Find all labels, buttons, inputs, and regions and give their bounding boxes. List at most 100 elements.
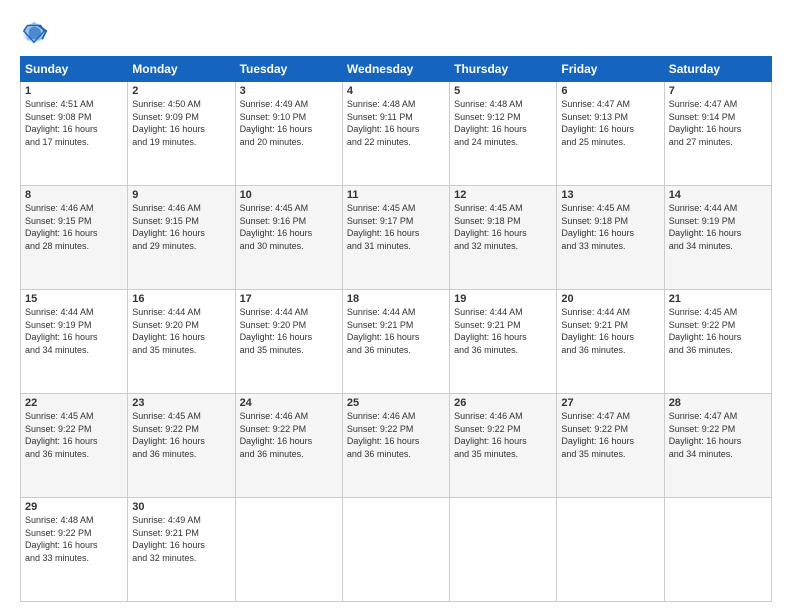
calendar-cell: 19Sunrise: 4:44 AM Sunset: 9:21 PM Dayli… [450,290,557,394]
calendar-cell: 10Sunrise: 4:45 AM Sunset: 9:16 PM Dayli… [235,186,342,290]
day-info: Sunrise: 4:49 AM Sunset: 9:21 PM Dayligh… [132,514,230,564]
calendar-header: SundayMondayTuesdayWednesdayThursdayFrid… [21,57,772,82]
calendar-body: 1Sunrise: 4:51 AM Sunset: 9:08 PM Daylig… [21,82,772,602]
calendar-cell [342,498,449,602]
day-info: Sunrise: 4:45 AM Sunset: 9:22 PM Dayligh… [132,410,230,460]
calendar-cell [450,498,557,602]
calendar-cell: 7Sunrise: 4:47 AM Sunset: 9:14 PM Daylig… [664,82,771,186]
day-info: Sunrise: 4:48 AM Sunset: 9:22 PM Dayligh… [25,514,123,564]
calendar-cell: 22Sunrise: 4:45 AM Sunset: 9:22 PM Dayli… [21,394,128,498]
day-info: Sunrise: 4:44 AM Sunset: 9:20 PM Dayligh… [132,306,230,356]
header [20,18,772,46]
day-info: Sunrise: 4:44 AM Sunset: 9:21 PM Dayligh… [454,306,552,356]
day-number: 26 [454,397,552,409]
day-info: Sunrise: 4:47 AM Sunset: 9:14 PM Dayligh… [669,98,767,148]
calendar-cell: 3Sunrise: 4:49 AM Sunset: 9:10 PM Daylig… [235,82,342,186]
week-row-5: 29Sunrise: 4:48 AM Sunset: 9:22 PM Dayli… [21,498,772,602]
day-number: 12 [454,189,552,201]
calendar-cell [235,498,342,602]
day-header-thursday: Thursday [450,57,557,82]
calendar-cell: 8Sunrise: 4:46 AM Sunset: 9:15 PM Daylig… [21,186,128,290]
day-number: 27 [561,397,659,409]
calendar-cell: 5Sunrise: 4:48 AM Sunset: 9:12 PM Daylig… [450,82,557,186]
calendar-cell: 12Sunrise: 4:45 AM Sunset: 9:18 PM Dayli… [450,186,557,290]
day-info: Sunrise: 4:46 AM Sunset: 9:15 PM Dayligh… [25,202,123,252]
day-header-wednesday: Wednesday [342,57,449,82]
day-number: 18 [347,293,445,305]
calendar-cell [557,498,664,602]
calendar-cell: 25Sunrise: 4:46 AM Sunset: 9:22 PM Dayli… [342,394,449,498]
day-info: Sunrise: 4:49 AM Sunset: 9:10 PM Dayligh… [240,98,338,148]
day-info: Sunrise: 4:46 AM Sunset: 9:15 PM Dayligh… [132,202,230,252]
calendar-cell: 9Sunrise: 4:46 AM Sunset: 9:15 PM Daylig… [128,186,235,290]
day-header-tuesday: Tuesday [235,57,342,82]
calendar-cell: 17Sunrise: 4:44 AM Sunset: 9:20 PM Dayli… [235,290,342,394]
calendar-cell: 15Sunrise: 4:44 AM Sunset: 9:19 PM Dayli… [21,290,128,394]
day-number: 25 [347,397,445,409]
day-number: 24 [240,397,338,409]
week-row-2: 8Sunrise: 4:46 AM Sunset: 9:15 PM Daylig… [21,186,772,290]
calendar-cell: 1Sunrise: 4:51 AM Sunset: 9:08 PM Daylig… [21,82,128,186]
day-number: 16 [132,293,230,305]
calendar-cell: 16Sunrise: 4:44 AM Sunset: 9:20 PM Dayli… [128,290,235,394]
week-row-4: 22Sunrise: 4:45 AM Sunset: 9:22 PM Dayli… [21,394,772,498]
day-info: Sunrise: 4:45 AM Sunset: 9:22 PM Dayligh… [25,410,123,460]
day-info: Sunrise: 4:46 AM Sunset: 9:22 PM Dayligh… [347,410,445,460]
day-header-sunday: Sunday [21,57,128,82]
day-number: 23 [132,397,230,409]
day-number: 6 [561,85,659,97]
logo-icon [20,18,48,46]
day-number: 8 [25,189,123,201]
day-info: Sunrise: 4:44 AM Sunset: 9:21 PM Dayligh… [347,306,445,356]
day-info: Sunrise: 4:45 AM Sunset: 9:16 PM Dayligh… [240,202,338,252]
day-number: 14 [669,189,767,201]
day-number: 19 [454,293,552,305]
week-row-3: 15Sunrise: 4:44 AM Sunset: 9:19 PM Dayli… [21,290,772,394]
day-header-monday: Monday [128,57,235,82]
day-info: Sunrise: 4:47 AM Sunset: 9:22 PM Dayligh… [669,410,767,460]
day-info: Sunrise: 4:50 AM Sunset: 9:09 PM Dayligh… [132,98,230,148]
day-number: 21 [669,293,767,305]
day-info: Sunrise: 4:45 AM Sunset: 9:17 PM Dayligh… [347,202,445,252]
day-info: Sunrise: 4:46 AM Sunset: 9:22 PM Dayligh… [454,410,552,460]
day-number: 10 [240,189,338,201]
calendar-cell: 24Sunrise: 4:46 AM Sunset: 9:22 PM Dayli… [235,394,342,498]
calendar-cell: 23Sunrise: 4:45 AM Sunset: 9:22 PM Dayli… [128,394,235,498]
day-info: Sunrise: 4:51 AM Sunset: 9:08 PM Dayligh… [25,98,123,148]
day-header-friday: Friday [557,57,664,82]
day-number: 22 [25,397,123,409]
day-number: 29 [25,501,123,513]
day-number: 20 [561,293,659,305]
day-number: 30 [132,501,230,513]
calendar-cell: 2Sunrise: 4:50 AM Sunset: 9:09 PM Daylig… [128,82,235,186]
calendar-cell: 20Sunrise: 4:44 AM Sunset: 9:21 PM Dayli… [557,290,664,394]
day-info: Sunrise: 4:47 AM Sunset: 9:13 PM Dayligh… [561,98,659,148]
day-info: Sunrise: 4:45 AM Sunset: 9:18 PM Dayligh… [561,202,659,252]
day-info: Sunrise: 4:48 AM Sunset: 9:12 PM Dayligh… [454,98,552,148]
calendar-cell: 26Sunrise: 4:46 AM Sunset: 9:22 PM Dayli… [450,394,557,498]
calendar-cell: 28Sunrise: 4:47 AM Sunset: 9:22 PM Dayli… [664,394,771,498]
calendar-cell: 27Sunrise: 4:47 AM Sunset: 9:22 PM Dayli… [557,394,664,498]
page: SundayMondayTuesdayWednesdayThursdayFrid… [0,0,792,612]
logo [20,18,52,46]
calendar-cell: 4Sunrise: 4:48 AM Sunset: 9:11 PM Daylig… [342,82,449,186]
day-info: Sunrise: 4:44 AM Sunset: 9:19 PM Dayligh… [25,306,123,356]
week-row-1: 1Sunrise: 4:51 AM Sunset: 9:08 PM Daylig… [21,82,772,186]
calendar-cell: 29Sunrise: 4:48 AM Sunset: 9:22 PM Dayli… [21,498,128,602]
day-info: Sunrise: 4:44 AM Sunset: 9:19 PM Dayligh… [669,202,767,252]
day-number: 28 [669,397,767,409]
day-info: Sunrise: 4:45 AM Sunset: 9:22 PM Dayligh… [669,306,767,356]
calendar-cell: 30Sunrise: 4:49 AM Sunset: 9:21 PM Dayli… [128,498,235,602]
day-number: 13 [561,189,659,201]
day-info: Sunrise: 4:47 AM Sunset: 9:22 PM Dayligh… [561,410,659,460]
day-number: 9 [132,189,230,201]
day-number: 15 [25,293,123,305]
day-info: Sunrise: 4:44 AM Sunset: 9:20 PM Dayligh… [240,306,338,356]
calendar-cell: 6Sunrise: 4:47 AM Sunset: 9:13 PM Daylig… [557,82,664,186]
day-number: 11 [347,189,445,201]
day-number: 4 [347,85,445,97]
day-number: 2 [132,85,230,97]
day-info: Sunrise: 4:48 AM Sunset: 9:11 PM Dayligh… [347,98,445,148]
calendar-cell: 11Sunrise: 4:45 AM Sunset: 9:17 PM Dayli… [342,186,449,290]
day-header-saturday: Saturday [664,57,771,82]
